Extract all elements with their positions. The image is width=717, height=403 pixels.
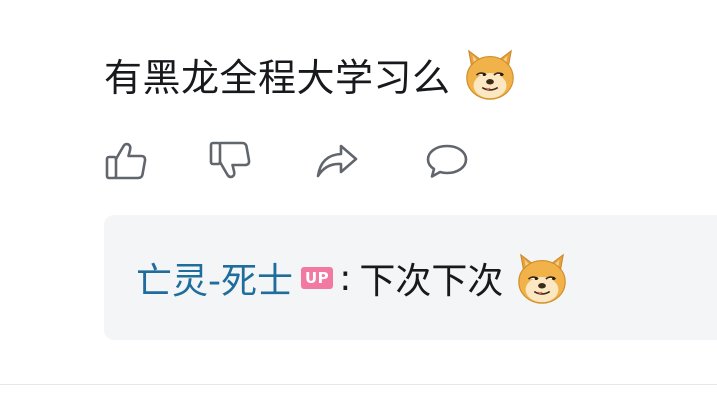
reply-button[interactable] [424,138,470,184]
speech-bubble-icon [426,144,468,178]
dislike-button[interactable] [208,138,254,184]
share-button[interactable] [314,138,360,184]
comment-content: 有黑龙全程大学习么 [104,42,519,106]
reply-username[interactable]: 亡灵-死士 [136,252,293,304]
sub-reply-box[interactable]: 亡灵-死士 UP : 下次下次 [104,215,717,340]
doge-emoji-icon [465,49,514,100]
like-button[interactable] [104,138,150,184]
comment-thread: 有黑龙全程大学习么 亡灵-死士 UP: 下次下次 [0,0,717,403]
thumb-up-icon [105,142,147,180]
share-arrow-icon [316,144,358,178]
reply-separator: : [339,257,352,299]
up-badge: UP [301,267,334,289]
comment-text: 有黑龙全程大学习么 [104,55,451,100]
comment-divider [0,384,717,385]
sub-reply: 亡灵-死士 UP : 下次下次 [136,247,571,309]
doge-emoji-icon [518,253,567,304]
thumb-down-icon [209,141,251,179]
reply-text: 下次下次 [359,261,504,302]
comment-actions [104,138,484,184]
